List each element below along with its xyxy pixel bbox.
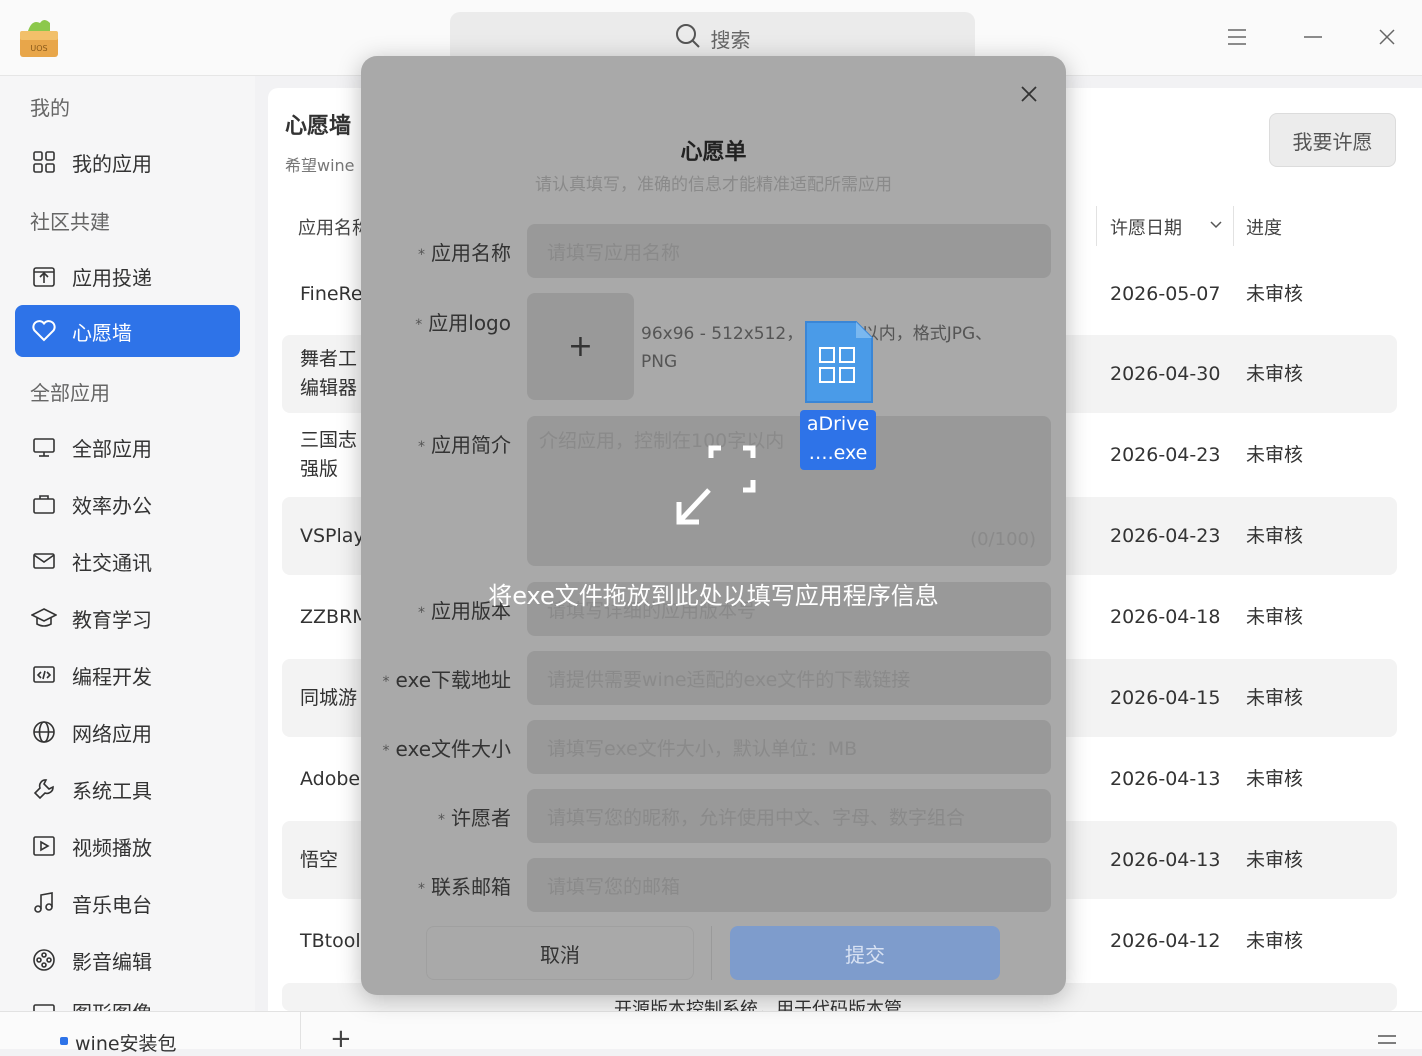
briefcase-icon — [30, 490, 58, 518]
sidebar-item-label: 全部应用 — [72, 436, 152, 461]
sidebar-item-label: 网络应用 — [72, 721, 152, 746]
sidebar-item-label: 视频播放 — [72, 835, 152, 860]
sidebar-item-label: 系统工具 — [72, 778, 152, 803]
heart-icon — [30, 317, 58, 345]
menu-icon[interactable] — [1222, 22, 1252, 52]
wish-list-dialog: 心愿单 请认真填写，准确的信息才能精准适配所需应用 * 应用名称 请填写应用名称 … — [361, 56, 1066, 995]
sidebar-item-wish-wall[interactable]: 心愿墙 — [15, 305, 240, 357]
column-divider — [1233, 206, 1234, 246]
chevron-down-icon[interactable] — [1208, 216, 1224, 236]
dialog-title: 心愿单 — [680, 140, 747, 165]
sidebar-item-programming[interactable]: 编程开发 — [15, 649, 240, 701]
svg-text:UOS: UOS — [30, 44, 47, 53]
column-header-name[interactable]: 应用名称 — [298, 214, 370, 240]
column-header-date[interactable]: 许愿日期 — [1110, 214, 1182, 240]
play-icon — [30, 832, 58, 860]
cancel-button[interactable]: 取消 — [426, 926, 694, 980]
sidebar-item-office[interactable]: 效率办公 — [15, 478, 240, 530]
close-window-icon[interactable] — [1372, 22, 1402, 52]
logo-upload-button[interactable]: + — [527, 293, 634, 400]
page-title: 心愿墙 — [285, 114, 352, 139]
music-icon — [30, 889, 58, 917]
graduation-cap-icon — [30, 604, 58, 632]
sidebar-item-music[interactable]: 音乐电台 — [15, 877, 240, 929]
column-divider — [1096, 206, 1097, 246]
code-icon — [30, 661, 58, 689]
exe-url-input[interactable]: 请提供需要wine适配的exe文件的下载链接 — [527, 651, 1051, 705]
sidebar-item-label: 心愿墙 — [72, 320, 132, 345]
app-intro-label: * 应用简介 — [418, 433, 511, 457]
sidebar-item-av-edit[interactable]: 影音编辑 — [15, 934, 240, 986]
app-intro-textarea[interactable]: 介绍应用，控制在100字以内 (0/100) — [527, 416, 1051, 566]
column-header-progress[interactable]: 进度 — [1246, 214, 1282, 240]
sidebar-section-all-apps: 全部应用 — [30, 381, 110, 405]
tab-label: wine安装包 — [75, 1033, 177, 1055]
email-label: * 联系邮箱 — [418, 875, 511, 899]
sidebar-item-label: 教育学习 — [72, 607, 152, 632]
sidebar-section-mine: 我的 — [30, 96, 70, 120]
sidebar-item-label: 音乐电台 — [72, 892, 152, 917]
globe-icon — [30, 718, 58, 746]
app-store-logo-icon: UOS — [18, 17, 60, 59]
tab-menu-icon[interactable] — [1377, 1034, 1397, 1053]
sidebar-item-app-submit[interactable]: 应用投递 — [15, 250, 240, 302]
sidebar-item-all-apps[interactable]: 全部应用 — [15, 421, 240, 473]
char-count: (0/100) — [970, 529, 1036, 550]
app-name-input[interactable]: 请填写应用名称 — [527, 224, 1051, 278]
sidebar-item-education[interactable]: 教育学习 — [15, 592, 240, 644]
plus-icon: + — [567, 329, 594, 364]
sidebar-item-social[interactable]: 社交通讯 — [15, 535, 240, 587]
button-divider — [711, 926, 712, 980]
sidebar-item-label: 应用投递 — [72, 265, 152, 290]
tab-wine-package[interactable]: wine安装包 — [0, 1012, 301, 1055]
tools-icon — [30, 775, 58, 803]
drop-target-icon — [671, 444, 761, 532]
grid-icon — [30, 148, 58, 176]
exe-size-input[interactable]: 请填写exe文件大小，默认单位：MB — [527, 720, 1051, 774]
add-tab-button[interactable]: + — [330, 1026, 352, 1052]
dialog-subtitle: 请认真填写，准确的信息才能精准适配所需应用 — [535, 175, 892, 195]
sidebar-item-label: 图形图像 — [72, 997, 152, 1011]
upload-icon — [30, 262, 58, 290]
sidebar-item-my-apps[interactable]: 我的应用 — [15, 136, 240, 188]
image-icon — [30, 999, 58, 1011]
sidebar-section-community: 社区共建 — [30, 210, 110, 234]
sidebar-item-graphics[interactable]: 图形图像 — [15, 991, 240, 1011]
submit-button[interactable]: 提交 — [730, 926, 1000, 980]
sidebar-item-label: 社交通讯 — [72, 550, 152, 575]
page-subtitle: 希望wine — [285, 156, 355, 175]
monitor-icon — [30, 433, 58, 461]
wisher-label: * 许愿者 — [438, 806, 511, 830]
sidebar-item-system-tools[interactable]: 系统工具 — [15, 763, 240, 815]
drop-hint-message: 将exe文件拖放到此处以填写应用程序信息 — [488, 582, 939, 610]
exe-url-label: * exe下载地址 — [382, 668, 511, 692]
sidebar-item-network[interactable]: 网络应用 — [15, 706, 240, 758]
mail-icon — [30, 547, 58, 575]
app-logo-label: * 应用logo — [415, 311, 511, 335]
minimize-icon[interactable] — [1298, 22, 1328, 52]
film-reel-icon — [30, 946, 58, 974]
search-icon — [675, 23, 701, 54]
bottom-tab-bar: wine安装包 + — [0, 1011, 1422, 1055]
search-label: 搜索 — [710, 27, 751, 52]
close-icon[interactable] — [1017, 82, 1041, 106]
make-wish-button[interactable]: 我要许愿 — [1269, 113, 1396, 167]
app-name-label: * 应用名称 — [418, 241, 511, 265]
wisher-input[interactable]: 请填写您的昵称，允许使用中文、字母、数字组合 — [527, 789, 1051, 843]
sidebar-item-label: 我的应用 — [72, 151, 152, 176]
email-input[interactable]: 请填写您的邮箱 — [527, 858, 1051, 912]
sidebar-item-video[interactable]: 视频播放 — [15, 820, 240, 872]
dragged-file-name: aDrive ….exe — [800, 410, 876, 470]
sidebar-item-label: 编程开发 — [72, 664, 152, 689]
sidebar-item-label: 效率办公 — [72, 493, 152, 518]
tab-indicator-icon — [60, 1037, 68, 1045]
sidebar: 我的 我的应用 社区共建 应用投递 心愿墙 全部应用 全部应用 效率办公 社交通… — [0, 76, 255, 1011]
exe-size-label: * exe文件大小 — [382, 737, 511, 761]
dragged-exe-file-icon[interactable] — [802, 318, 876, 412]
sidebar-item-label: 影音编辑 — [72, 949, 152, 974]
